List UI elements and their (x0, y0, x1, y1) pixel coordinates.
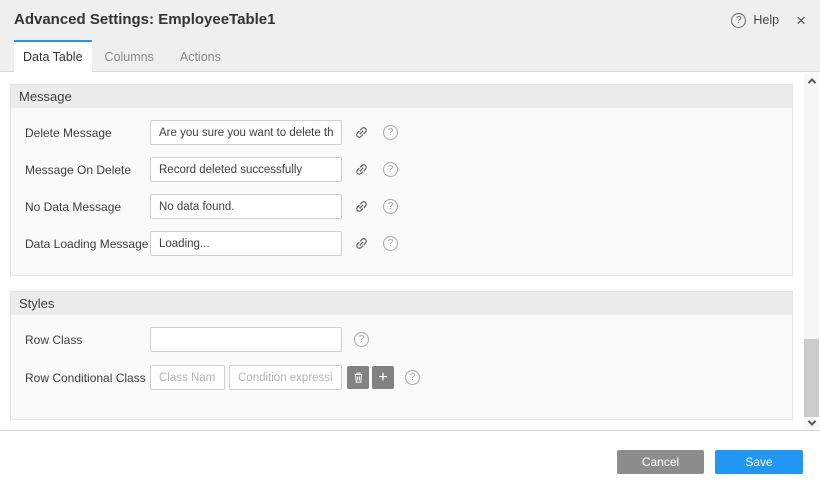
data-loading-message-row: Data Loading Message ? (25, 231, 792, 256)
link-icon[interactable] (353, 236, 369, 252)
chevron-up-icon (807, 78, 815, 86)
row-conditional-class-label: Row Conditional Class (25, 371, 150, 385)
tab-bar: Data Table Columns Actions (0, 40, 820, 72)
tab-data-table[interactable]: Data Table (14, 40, 92, 72)
tab-columns[interactable]: Columns (92, 40, 167, 72)
help-icon[interactable]: ? (383, 162, 398, 177)
row-class-label: Row Class (25, 333, 150, 347)
styles-section-title: Styles (11, 292, 792, 315)
link-icon[interactable] (353, 125, 369, 141)
help-icon[interactable]: ? (405, 370, 420, 385)
close-icon[interactable]: × (796, 12, 806, 29)
scroll-down-button[interactable] (804, 415, 819, 430)
message-on-delete-row: Message On Delete ? (25, 157, 792, 182)
no-data-message-label: No Data Message (25, 200, 150, 214)
link-icon[interactable] (353, 199, 369, 215)
help-link[interactable]: Help (753, 13, 779, 27)
help-icon[interactable]: ? (383, 236, 398, 251)
tab-actions[interactable]: Actions (167, 40, 234, 72)
chevron-down-icon (807, 417, 815, 425)
row-class-row: Row Class ? (25, 327, 792, 352)
delete-message-label: Delete Message (25, 126, 150, 140)
help-icon[interactable]: ? (383, 125, 398, 140)
conditional-class-name-input[interactable] (150, 365, 225, 390)
scrollbar-thumb[interactable] (804, 339, 819, 417)
help-icon[interactable]: ? (354, 332, 369, 347)
vertical-scrollbar[interactable] (804, 73, 819, 430)
message-on-delete-label: Message On Delete (25, 163, 150, 177)
dialog-title: Advanced Settings: EmployeeTable1 (14, 0, 275, 40)
no-data-message-row: No Data Message ? (25, 194, 792, 219)
dialog-header: Advanced Settings: EmployeeTable1 ? Help… (0, 0, 820, 40)
advanced-settings-dialog: Advanced Settings: EmployeeTable1 ? Help… (0, 0, 820, 486)
tab-content-panel: Message Delete Message ? Message On Dele… (0, 72, 820, 431)
data-loading-message-label: Data Loading Message (25, 237, 150, 251)
cancel-button[interactable]: Cancel (617, 450, 704, 474)
add-conditional-class-button[interactable]: + (372, 366, 394, 389)
delete-message-input[interactable] (150, 120, 342, 145)
row-class-input[interactable] (150, 327, 342, 352)
trash-icon (352, 371, 365, 384)
header-actions: ? Help × (731, 0, 806, 40)
row-conditional-class-row: Row Conditional Class + ? (25, 365, 792, 390)
save-button[interactable]: Save (715, 450, 803, 474)
message-on-delete-input[interactable] (150, 157, 342, 182)
message-section-title: Message (11, 85, 792, 108)
scroll-up-button[interactable] (804, 73, 819, 88)
delete-message-row: Delete Message ? (25, 120, 792, 145)
styles-section: Styles Row Class ? Row Conditional Class (10, 291, 793, 420)
data-loading-message-input[interactable] (150, 231, 342, 256)
no-data-message-input[interactable] (150, 194, 342, 219)
message-section: Message Delete Message ? Message On Dele… (10, 84, 793, 276)
delete-conditional-class-button[interactable] (347, 366, 369, 389)
conditional-expression-input[interactable] (229, 365, 342, 390)
help-icon[interactable]: ? (383, 199, 398, 214)
link-icon[interactable] (353, 162, 369, 178)
dialog-footer: Cancel Save (0, 432, 820, 486)
help-icon[interactable]: ? (731, 13, 746, 28)
